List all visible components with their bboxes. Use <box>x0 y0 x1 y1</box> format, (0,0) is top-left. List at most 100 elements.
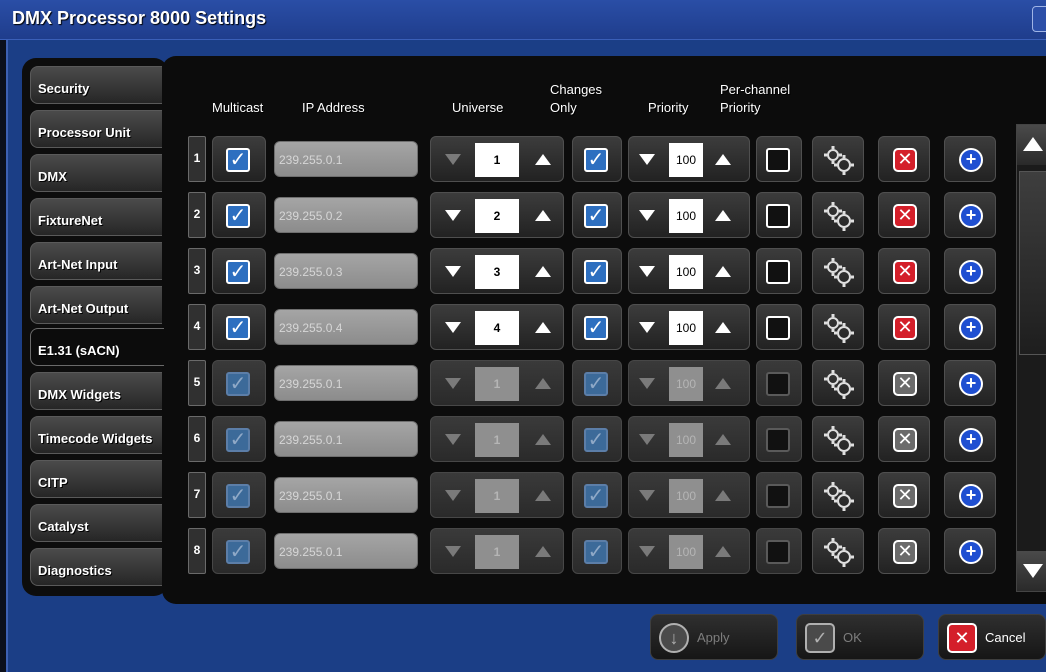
per-channel-priority-checkbox[interactable] <box>766 148 790 172</box>
universe-value[interactable]: 4 <box>475 311 519 345</box>
changes-only-checkbox[interactable]: ✓ <box>584 260 608 284</box>
multicast-checkbox[interactable]: ✓ <box>226 540 250 564</box>
settings-button[interactable] <box>812 192 864 238</box>
universe-value[interactable]: 1 <box>475 367 519 401</box>
priority-increment-icon[interactable] <box>715 490 731 501</box>
add-row-button[interactable]: + <box>944 248 996 294</box>
per-channel-priority-checkbox[interactable] <box>766 260 790 284</box>
ip-address-field[interactable]: 239.255.0.1 <box>274 477 418 513</box>
ok-button[interactable]: ✓ OK <box>796 614 924 660</box>
priority-value[interactable]: 100 <box>669 255 703 289</box>
priority-increment-icon[interactable] <box>715 434 731 445</box>
changes-only-checkbox[interactable]: ✓ <box>584 204 608 228</box>
universe-value[interactable]: 1 <box>475 535 519 569</box>
priority-decrement-icon[interactable] <box>639 210 655 221</box>
per-channel-priority-checkbox[interactable] <box>766 540 790 564</box>
priority-increment-icon[interactable] <box>715 210 731 221</box>
add-row-button[interactable]: + <box>944 136 996 182</box>
changes-only-checkbox[interactable]: ✓ <box>584 540 608 564</box>
per-channel-priority-checkbox[interactable] <box>766 484 790 508</box>
priority-decrement-icon[interactable] <box>639 322 655 333</box>
priority-value[interactable]: 100 <box>669 143 703 177</box>
multicast-checkbox[interactable]: ✓ <box>226 428 250 452</box>
priority-increment-icon[interactable] <box>715 546 731 557</box>
add-row-button[interactable]: + <box>944 192 996 238</box>
multicast-checkbox[interactable]: ✓ <box>226 148 250 172</box>
universe-decrement-icon[interactable] <box>445 154 461 165</box>
universe-value[interactable]: 1 <box>475 479 519 513</box>
ip-address-field[interactable]: 239.255.0.1 <box>274 421 418 457</box>
priority-decrement-icon[interactable] <box>639 154 655 165</box>
multicast-checkbox[interactable]: ✓ <box>226 260 250 284</box>
multicast-checkbox[interactable]: ✓ <box>226 372 250 396</box>
add-row-button[interactable]: + <box>944 360 996 406</box>
ip-address-field[interactable]: 239.255.0.1 <box>274 365 418 401</box>
universe-decrement-icon[interactable] <box>445 266 461 277</box>
settings-button[interactable] <box>812 528 864 574</box>
universe-increment-icon[interactable] <box>535 266 551 277</box>
universe-value[interactable]: 1 <box>475 423 519 457</box>
universe-increment-icon[interactable] <box>535 378 551 389</box>
multicast-checkbox[interactable]: ✓ <box>226 484 250 508</box>
per-channel-priority-checkbox[interactable] <box>766 372 790 396</box>
universe-increment-icon[interactable] <box>535 546 551 557</box>
changes-only-checkbox[interactable]: ✓ <box>584 148 608 172</box>
delete-row-button[interactable]: ✕ <box>878 136 930 182</box>
window-control-button[interactable] <box>1032 6 1046 32</box>
ip-address-field[interactable]: 239.255.0.3 <box>274 253 418 289</box>
universe-decrement-icon[interactable] <box>445 490 461 501</box>
delete-row-button[interactable]: ✕ <box>878 248 930 294</box>
changes-only-checkbox[interactable]: ✓ <box>584 316 608 340</box>
cancel-button[interactable]: ✕ Cancel <box>938 614 1046 660</box>
universe-decrement-icon[interactable] <box>445 546 461 557</box>
add-row-button[interactable]: + <box>944 416 996 462</box>
delete-row-button[interactable]: ✕ <box>878 192 930 238</box>
delete-row-button[interactable]: ✕ <box>878 360 930 406</box>
ip-address-field[interactable]: 239.255.0.4 <box>274 309 418 345</box>
settings-button[interactable] <box>812 136 864 182</box>
add-row-button[interactable]: + <box>944 528 996 574</box>
universe-value[interactable]: 3 <box>475 255 519 289</box>
settings-button[interactable] <box>812 472 864 518</box>
multicast-checkbox[interactable]: ✓ <box>226 316 250 340</box>
settings-button[interactable] <box>812 416 864 462</box>
universe-decrement-icon[interactable] <box>445 378 461 389</box>
apply-button[interactable]: ↓ Apply <box>650 614 778 660</box>
priority-increment-icon[interactable] <box>715 266 731 277</box>
priority-decrement-icon[interactable] <box>639 266 655 277</box>
universe-value[interactable]: 2 <box>475 199 519 233</box>
delete-row-button[interactable]: ✕ <box>878 304 930 350</box>
universe-decrement-icon[interactable] <box>445 322 461 333</box>
settings-button[interactable] <box>812 304 864 350</box>
priority-value[interactable]: 100 <box>669 479 703 513</box>
changes-only-checkbox[interactable]: ✓ <box>584 484 608 508</box>
delete-row-button[interactable]: ✕ <box>878 472 930 518</box>
priority-decrement-icon[interactable] <box>639 378 655 389</box>
scroll-thumb[interactable] <box>1019 171 1046 355</box>
universe-increment-icon[interactable] <box>535 210 551 221</box>
universe-increment-icon[interactable] <box>535 154 551 165</box>
universe-decrement-icon[interactable] <box>445 210 461 221</box>
priority-value[interactable]: 100 <box>669 199 703 233</box>
universe-decrement-icon[interactable] <box>445 434 461 445</box>
priority-decrement-icon[interactable] <box>639 546 655 557</box>
priority-value[interactable]: 100 <box>669 423 703 457</box>
universe-increment-icon[interactable] <box>535 434 551 445</box>
multicast-checkbox[interactable]: ✓ <box>226 204 250 228</box>
ip-address-field[interactable]: 239.255.0.1 <box>274 533 418 569</box>
sidebar-tab-e1-31-sacn[interactable]: E1.31 (sACN) <box>30 328 164 366</box>
priority-decrement-icon[interactable] <box>639 490 655 501</box>
priority-value[interactable]: 100 <box>669 311 703 345</box>
priority-value[interactable]: 100 <box>669 367 703 401</box>
priority-decrement-icon[interactable] <box>639 434 655 445</box>
universe-increment-icon[interactable] <box>535 490 551 501</box>
changes-only-checkbox[interactable]: ✓ <box>584 428 608 452</box>
per-channel-priority-checkbox[interactable] <box>766 428 790 452</box>
settings-button[interactable] <box>812 360 864 406</box>
per-channel-priority-checkbox[interactable] <box>766 316 790 340</box>
universe-value[interactable]: 1 <box>475 143 519 177</box>
per-channel-priority-checkbox[interactable] <box>766 204 790 228</box>
ip-address-field[interactable]: 239.255.0.2 <box>274 197 418 233</box>
priority-value[interactable]: 100 <box>669 535 703 569</box>
settings-button[interactable] <box>812 248 864 294</box>
